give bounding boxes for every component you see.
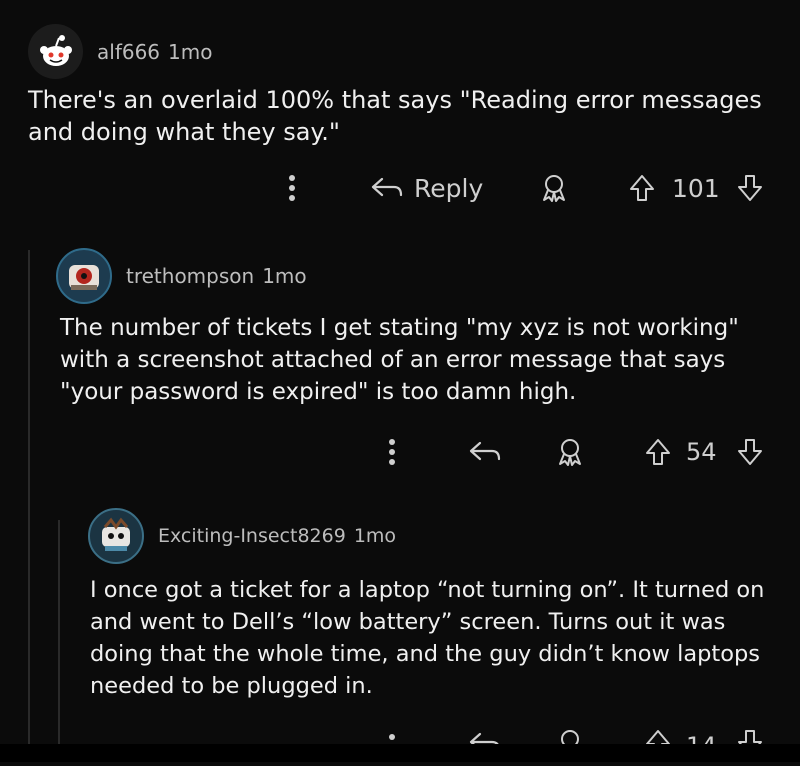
comment-actions: Reply 101 [280,168,780,208]
comment: alf666 1mo There's an overlaid 100% that… [28,24,788,146]
downvote-arrow-icon [738,175,762,201]
upvote-arrow-icon [630,175,654,201]
comment-header: Exciting-Insect8269 1mo [88,508,778,564]
comment-actions: 54 [380,432,780,472]
snoo-avatar-icon [69,265,99,290]
downvote-arrow-icon [738,439,762,465]
award-button[interactable] [540,173,568,203]
more-vertical-icon [389,439,395,465]
more-options-button[interactable] [388,437,396,467]
comment-body: I once got a ticket for a laptop “not tu… [90,577,765,699]
reply-button[interactable] [468,439,502,465]
comment: Exciting-Insect8269 1mo I once got a tic… [88,508,778,699]
reply-button[interactable]: Reply [370,174,483,203]
reply-label: Reply [414,173,484,203]
thread-line [28,250,30,762]
downvote-button[interactable] [736,173,764,203]
timestamp: 1mo [353,525,397,547]
comment-header: alf666 1mo [28,24,788,79]
upvote-button[interactable] [644,437,672,467]
more-vertical-icon [289,175,295,201]
vote-count: 54 [686,438,717,466]
comment-body: There's an overlaid 100% that says "Read… [28,86,762,146]
award-icon [559,439,581,466]
timestamp: 1mo [262,264,307,288]
upvote-button[interactable] [628,173,656,203]
comment-body: The number of tickets I get stating "my … [60,315,739,405]
snoo-avatar-icon [102,517,130,551]
timestamp: 1mo [168,39,213,64]
username[interactable]: Exciting-Insect8269 [158,525,346,547]
avatar[interactable] [56,248,112,304]
reddit-alien-icon [39,34,72,66]
vote-count: 101 [672,173,720,203]
award-button[interactable] [556,437,584,467]
award-icon [543,175,565,202]
username[interactable]: alf666 [97,40,160,64]
comment-header: trethompson 1mo [56,248,776,304]
avatar[interactable] [28,24,83,79]
thread-line [58,520,60,762]
bottom-bar [0,744,800,762]
reply-icon [371,177,403,197]
upvote-arrow-icon [646,439,670,465]
comment: trethompson 1mo The number of tickets I … [56,248,776,405]
avatar[interactable] [88,508,144,564]
downvote-button[interactable] [736,437,764,467]
more-options-button[interactable] [288,173,296,203]
username[interactable]: trethompson [126,264,254,288]
reply-icon [469,441,501,461]
